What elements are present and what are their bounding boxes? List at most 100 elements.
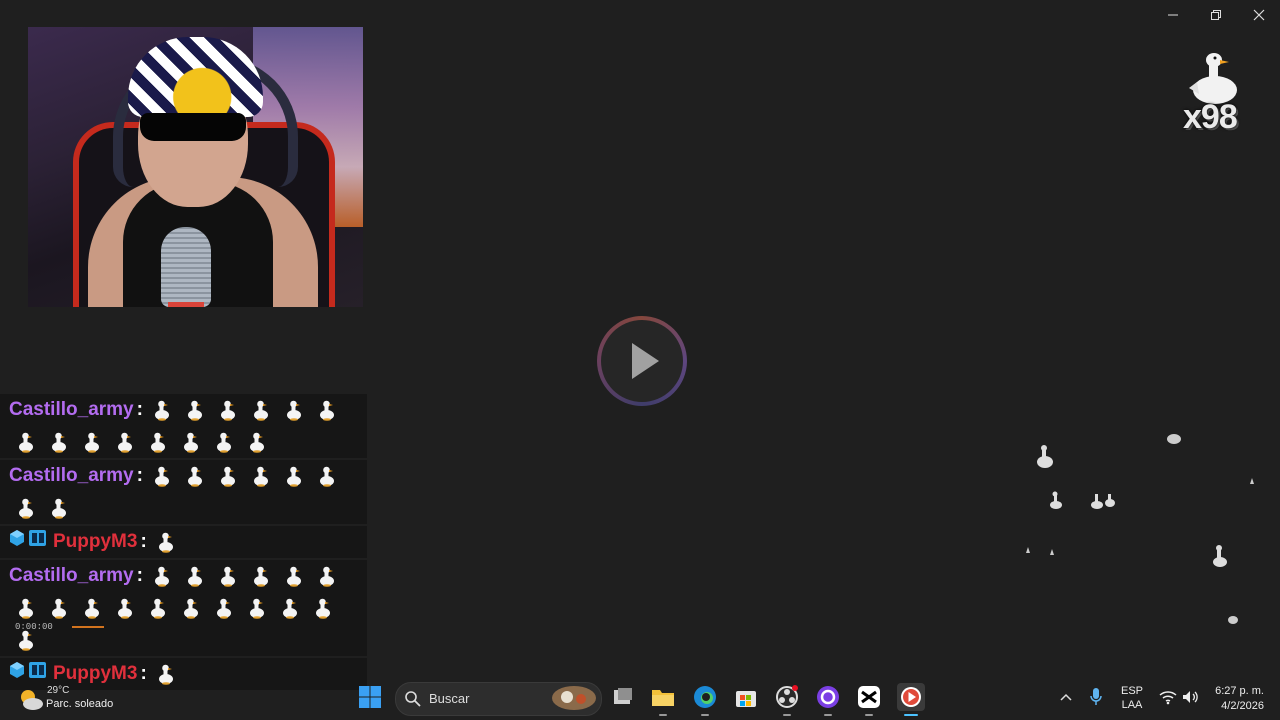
file-explorer-button[interactable] — [650, 684, 676, 710]
chat-emotes — [150, 531, 183, 553]
language-code: ESP — [1120, 685, 1143, 697]
volume-button[interactable] — [1178, 684, 1204, 710]
goose-emote-icon — [278, 560, 311, 592]
obs-icon — [776, 685, 798, 708]
clock-time: 6:27 p. m. — [1215, 685, 1264, 697]
weather-temperature[interactable]: 29°C — [47, 685, 69, 696]
weather-description[interactable]: Parc. soleado — [46, 698, 113, 710]
goose-emote-icon — [9, 492, 42, 524]
goose-emote-icon — [9, 426, 42, 458]
obs-button[interactable] — [774, 684, 800, 710]
goose-emote-icon — [240, 592, 273, 624]
edge-browser-button[interactable] — [692, 684, 718, 710]
chat-message: PuppyM3: — [0, 526, 367, 559]
goose-emote-icon — [146, 560, 179, 592]
running-indicator — [783, 714, 791, 716]
capcut-icon — [858, 686, 880, 708]
floating-goose-icon — [1026, 547, 1054, 555]
running-indicator — [824, 714, 832, 716]
play-icon — [632, 343, 659, 379]
goose-emote-icon — [245, 460, 278, 492]
goose-emote-icon — [146, 460, 179, 492]
goose-emote-icon — [179, 394, 212, 426]
running-indicator — [865, 714, 873, 716]
task-view-icon — [614, 688, 632, 704]
goose-emote-icon — [75, 426, 108, 458]
wifi-icon — [1159, 691, 1177, 705]
chevron-up-icon — [1060, 693, 1072, 701]
chat-message: Castillo_army: — [0, 394, 367, 458]
chat-badge-icon — [9, 526, 49, 558]
microphone-icon — [1090, 688, 1102, 705]
store-icon — [736, 691, 756, 707]
goose-emote-icon — [278, 394, 311, 426]
play-button[interactable] — [597, 316, 687, 406]
goose-emote-icon — [75, 592, 108, 624]
taskbar-clock[interactable]: 6:27 p. m. 4/2/2026 — [1208, 684, 1264, 714]
edge-icon — [694, 686, 716, 708]
goose-emote-icon — [174, 426, 207, 458]
task-view-button[interactable] — [610, 684, 636, 710]
start-button[interactable] — [357, 684, 383, 710]
goose-emote-icon — [278, 460, 311, 492]
goose-emote-icon — [240, 426, 273, 458]
chat-separator: : — [136, 565, 143, 587]
goose-emote-icon — [108, 426, 141, 458]
weather-partly-sunny-icon — [21, 690, 43, 710]
goose-emote-icon — [174, 592, 207, 624]
goose-emote-icon — [212, 394, 245, 426]
chat-username[interactable]: Castillo_army — [9, 465, 134, 486]
media-player-button[interactable] — [897, 683, 925, 711]
chat-username[interactable]: PuppyM3 — [53, 531, 137, 552]
show-hidden-icons-button[interactable] — [1053, 684, 1079, 710]
chat-separator: : — [136, 465, 143, 486]
microphone-button[interactable] — [1083, 684, 1109, 710]
chat-overlay: Castillo_army: Castillo_army: PuppyM3: Cast… — [0, 394, 367, 690]
goose-emote-icon — [179, 560, 212, 592]
input-language[interactable]: ESP LAA — [1116, 684, 1148, 712]
chat-username[interactable]: Castillo_army — [9, 565, 134, 586]
webcam-feed — [28, 27, 363, 307]
goose-emote-icon — [207, 592, 240, 624]
running-indicator — [659, 714, 667, 716]
goose-emote-icon — [42, 592, 75, 624]
floating-goose-icon — [1250, 478, 1254, 484]
playback-time: 0:00:00 — [15, 622, 53, 632]
search-icon — [405, 691, 421, 707]
goose-emote-icon — [42, 492, 75, 524]
minimize-button[interactable] — [1151, 0, 1195, 30]
restore-button[interactable] — [1194, 0, 1238, 30]
seek-progress[interactable] — [72, 626, 104, 628]
microsoft-store-button[interactable] — [733, 684, 759, 710]
clock-date: 4/2/2026 — [1221, 700, 1264, 712]
chat-separator: : — [136, 399, 143, 420]
floating-goose-icon — [1228, 616, 1238, 624]
language-layout: LAA — [1121, 699, 1143, 711]
goose-emote-icon — [179, 460, 212, 492]
goose-emote-icon — [146, 394, 179, 426]
active-indicator — [904, 714, 918, 716]
floating-goose-icon — [1167, 434, 1181, 444]
folder-icon — [652, 690, 674, 706]
goose-emote-icon — [212, 460, 245, 492]
floating-goose-icon — [1050, 491, 1062, 509]
purple-ring-icon — [817, 686, 839, 708]
floating-goose-icon — [1091, 494, 1115, 509]
chat-separator: : — [140, 531, 147, 553]
goose-emote-icon — [212, 560, 245, 592]
app-circle-button[interactable] — [815, 684, 841, 710]
goose-emote-icon — [311, 560, 344, 592]
windows-logo-icon — [359, 686, 381, 708]
goose-emote-icon — [306, 592, 339, 624]
goose-emote-icon — [42, 426, 75, 458]
close-button[interactable] — [1237, 0, 1280, 30]
taskbar-search[interactable]: Buscar — [395, 682, 602, 716]
multiplier-badge: x98 — [1175, 48, 1255, 143]
goose-emote-icon — [141, 426, 174, 458]
capcut-button[interactable] — [856, 684, 882, 710]
chat-username[interactable]: Castillo_army — [9, 399, 134, 420]
goose-emote-icon — [311, 460, 344, 492]
search-highlight-image — [552, 686, 596, 710]
goose-emote-icon — [245, 394, 278, 426]
floating-goose-icon — [1213, 545, 1227, 567]
